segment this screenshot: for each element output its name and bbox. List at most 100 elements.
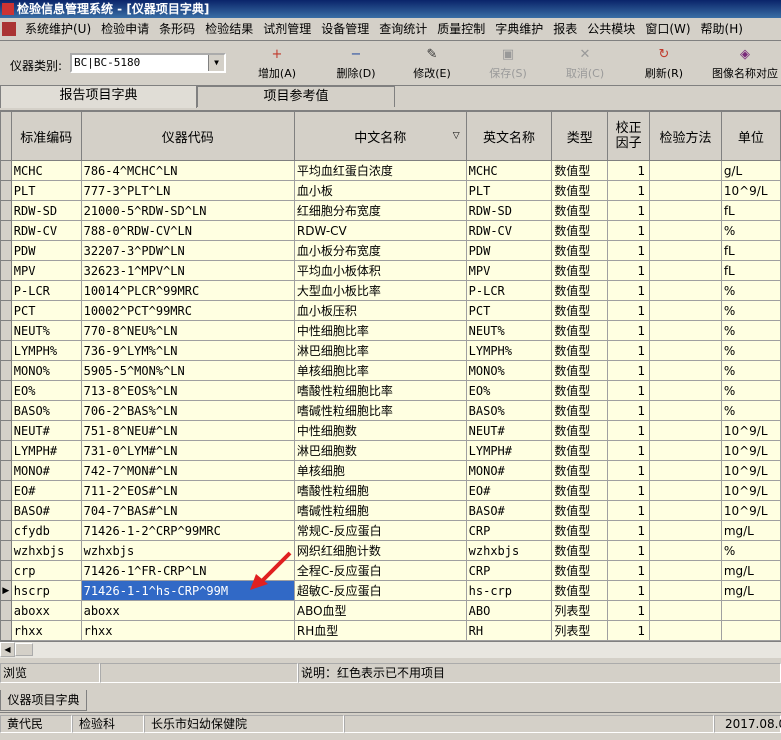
table-cell[interactable]: 数值型	[551, 520, 609, 541]
table-cell[interactable]: 数值型	[551, 160, 609, 181]
toolbar-button[interactable]: + 增加(A)	[245, 47, 309, 81]
table-cell[interactable]: %	[720, 400, 781, 421]
table-cell[interactable]: 1	[607, 280, 651, 301]
table-cell[interactable]: 1	[607, 460, 651, 481]
bottom-window-tab[interactable]: 仪器项目字典	[0, 690, 87, 711]
scroll-thumb[interactable]	[15, 643, 33, 656]
menu-item[interactable]: 质量控制	[432, 18, 490, 40]
table-cell[interactable]: hscrp	[10, 580, 82, 601]
table-cell[interactable]: 1	[607, 440, 651, 461]
row-indicator[interactable]	[0, 440, 12, 461]
table-cell[interactable]	[649, 520, 722, 541]
table-cell[interactable]	[649, 440, 722, 461]
table-cell[interactable]: 1	[607, 540, 651, 561]
menu-item[interactable]: 公共模块	[582, 18, 640, 40]
table-cell[interactable]	[649, 460, 722, 481]
table-cell[interactable]: fL	[720, 200, 781, 221]
table-cell[interactable]: 中性细胞数	[293, 420, 467, 441]
row-indicator[interactable]	[0, 260, 12, 281]
table-row[interactable]: PLT 777-3^PLT^LN 血小板 PLT 数值型 1 10^9/L	[0, 180, 781, 201]
table-cell[interactable]: PLT	[10, 180, 82, 201]
table-cell[interactable]: 数值型	[551, 480, 609, 501]
table-cell[interactable]: 1	[607, 400, 651, 421]
table-cell[interactable]: BASO%	[465, 400, 553, 421]
table-cell[interactable]: 731-0^LYM#^LN	[80, 440, 295, 461]
row-indicator[interactable]	[0, 460, 12, 481]
table-cell[interactable]: 数值型	[551, 320, 609, 341]
table-cell[interactable]: 713-8^EOS%^LN	[80, 380, 295, 401]
table-cell[interactable]: RH	[465, 620, 553, 641]
table-cell[interactable]: EO#	[465, 480, 553, 501]
table-row[interactable]: crp 71426-1^FR-CRP^LN 全程C-反应蛋白 CRP 数值型 1 mg/L	[0, 560, 781, 581]
table-cell[interactable]: 红细胞分布宽度	[293, 200, 467, 221]
table-cell[interactable]: 10^9/L	[720, 500, 781, 521]
horizontal-scrollbar[interactable]: ◀	[0, 641, 781, 658]
menu-item[interactable]: 帮助(H)	[696, 18, 748, 40]
table-cell[interactable]: RDW-SD	[10, 200, 82, 221]
table-cell[interactable]: 1	[607, 500, 651, 521]
row-indicator[interactable]	[0, 200, 12, 221]
table-cell[interactable]: PLT	[465, 180, 553, 201]
column-header[interactable]: 类型	[551, 111, 609, 161]
table-cell[interactable]: 1	[607, 320, 651, 341]
table-cell[interactable]	[649, 540, 722, 561]
table-cell[interactable]: hs-crp	[465, 580, 553, 601]
table-cell[interactable]: MPV	[10, 260, 82, 281]
column-header[interactable]: 单位	[720, 111, 781, 161]
table-cell[interactable]: 788-0^RDW-CV^LN	[80, 220, 295, 241]
table-cell[interactable]: 常规C-反应蛋白	[293, 520, 467, 541]
table-cell[interactable]: 711-2^EOS#^LN	[80, 480, 295, 501]
table-cell[interactable]: P-LCR	[10, 280, 82, 301]
row-indicator[interactable]	[0, 380, 12, 401]
table-cell[interactable]: wzhxbjs	[10, 540, 82, 561]
table-cell[interactable]: RDW-CV	[10, 220, 82, 241]
table-cell[interactable]: 嗜酸性粒细胞	[293, 480, 467, 501]
table-cell[interactable]: 770-8^NEU%^LN	[80, 320, 295, 341]
row-indicator[interactable]	[0, 600, 12, 621]
table-cell[interactable]: EO#	[10, 480, 82, 501]
table-cell[interactable]: ABO	[465, 600, 553, 621]
table-cell[interactable]: 71426-1-2^CRP^99MRC	[80, 520, 295, 541]
table-cell[interactable]	[649, 580, 722, 601]
table-cell[interactable]: %	[720, 380, 781, 401]
table-cell[interactable]	[649, 240, 722, 261]
table-row[interactable]: MONO% 5905-5^MON%^LN 单核细胞比率 MONO% 数值型 1%	[0, 360, 781, 381]
table-cell[interactable]: 数值型	[551, 200, 609, 221]
table-cell[interactable]: 数值型	[551, 260, 609, 281]
table-cell[interactable]	[649, 340, 722, 361]
table-cell[interactable]	[649, 320, 722, 341]
row-indicator[interactable]	[0, 540, 12, 561]
table-cell[interactable]	[649, 160, 722, 181]
table-cell[interactable]	[649, 180, 722, 201]
table-row[interactable]: rhxx rhxx RH血型 RH 列表型 1	[0, 620, 781, 641]
table-cell[interactable]: EO%	[465, 380, 553, 401]
table-cell[interactable]: 单核细胞比率	[293, 360, 467, 381]
table-cell[interactable]: 嗜碱性粒细胞比率	[293, 400, 467, 421]
table-cell[interactable]: MONO%	[465, 360, 553, 381]
table-cell[interactable]: 777-3^PLT^LN	[80, 180, 295, 201]
row-indicator[interactable]	[0, 420, 12, 441]
table-cell[interactable]: 1	[607, 380, 651, 401]
table-cell[interactable]: 742-7^MON#^LN	[80, 460, 295, 481]
table-row[interactable]: MONO# 742-7^MON#^LN 单核细胞 MONO# 数值型 1 10^9/L	[0, 460, 781, 481]
column-header[interactable]: 仪器代码	[80, 111, 295, 161]
menu-item[interactable]: 检验结果	[200, 18, 258, 40]
table-cell[interactable]: wzhxbjs	[465, 540, 553, 561]
table-cell[interactable]: 数值型	[551, 560, 609, 581]
table-cell[interactable]: %	[720, 540, 781, 561]
table-cell[interactable]	[720, 600, 781, 621]
row-indicator[interactable]	[0, 280, 12, 301]
table-cell[interactable]: 网织红细胞计数	[293, 540, 467, 561]
table-cell[interactable]: LYMPH%	[465, 340, 553, 361]
table-cell[interactable]	[649, 260, 722, 281]
row-indicator[interactable]	[0, 240, 12, 261]
table-cell[interactable]: 血小板	[293, 180, 467, 201]
table-cell[interactable]: 1	[607, 200, 651, 221]
menu-item[interactable]: 设备管理	[316, 18, 374, 40]
table-row[interactable]: MPV 32623-1^MPV^LN 平均血小板体积 MPV 数值型 1 fL	[0, 260, 781, 281]
table-row[interactable]: MCHC 786-4^MCHC^LN 平均血红蛋白浓度 MCHC 数值型 1 g/L	[0, 160, 781, 181]
table-cell[interactable]	[649, 620, 722, 641]
column-header[interactable]: 英文名称	[465, 111, 553, 161]
table-cell[interactable]: 786-4^MCHC^LN	[80, 160, 295, 181]
table-cell[interactable]: 1	[607, 480, 651, 501]
